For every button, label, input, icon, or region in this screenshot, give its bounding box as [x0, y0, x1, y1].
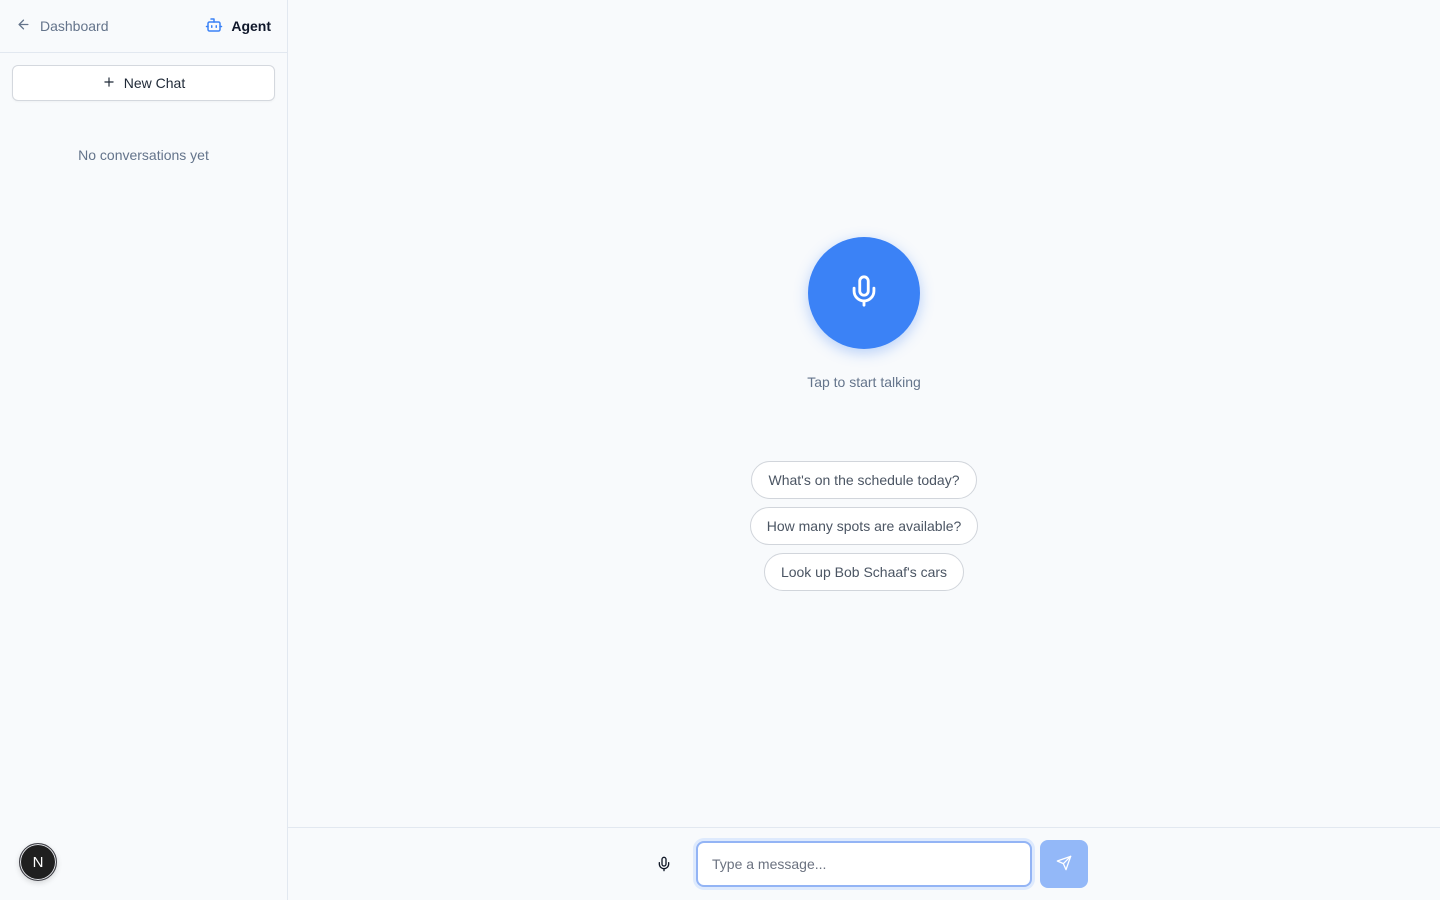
back-link-label: Dashboard — [40, 18, 109, 34]
app-root: Dashboard Agent New Chat No conversation… — [0, 0, 1440, 900]
microphone-icon — [847, 274, 881, 313]
suggestion-chip[interactable]: How many spots are available? — [749, 507, 979, 545]
bot-icon — [205, 16, 223, 37]
suggestion-chip[interactable]: Look up Bob Schaaf's cars — [763, 553, 965, 591]
microphone-icon[interactable] — [656, 856, 672, 872]
send-button[interactable] — [1040, 840, 1088, 888]
empty-conversations-text: No conversations yet — [78, 147, 209, 163]
sidebar-header: Dashboard Agent — [0, 0, 287, 53]
tap-to-talk-hint: Tap to start talking — [807, 374, 921, 390]
voice-start-area: Tap to start talking What's on the sched… — [288, 0, 1440, 827]
suggestion-chip[interactable]: What's on the schedule today? — [751, 461, 977, 499]
avatar-initial: N — [32, 853, 44, 871]
back-to-dashboard-link[interactable]: Dashboard — [16, 17, 109, 35]
main-panel: Tap to start talking What's on the sched… — [288, 0, 1440, 900]
new-chat-button[interactable]: New Chat — [12, 65, 275, 101]
arrow-left-icon — [16, 17, 31, 35]
suggestion-list: What's on the schedule today? How many s… — [288, 461, 1440, 591]
message-input[interactable] — [696, 841, 1032, 887]
agent-title: Agent — [205, 16, 271, 37]
agent-label: Agent — [231, 18, 271, 34]
new-chat-label: New Chat — [123, 75, 186, 91]
send-icon — [1056, 855, 1072, 874]
start-talking-button[interactable] — [808, 237, 920, 349]
user-avatar[interactable]: N — [19, 843, 57, 881]
plus-icon — [102, 75, 116, 92]
sidebar: Dashboard Agent New Chat No conversation… — [0, 0, 288, 900]
message-composer — [288, 827, 1440, 900]
